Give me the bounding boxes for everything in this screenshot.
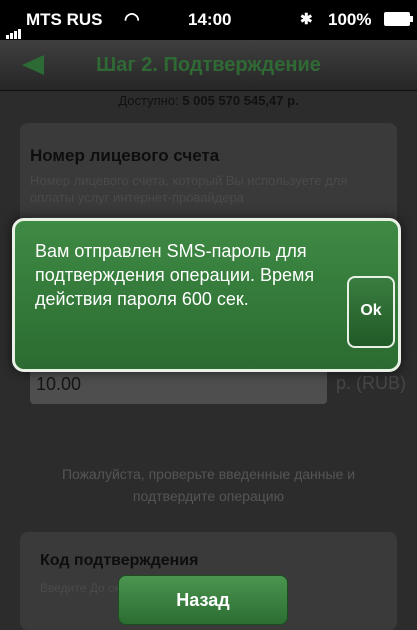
clock: 14:00: [188, 10, 232, 29]
currency-label: р. (RUB): [336, 373, 407, 393]
nav-bar: Шаг 2. Подтверждение: [0, 40, 417, 91]
account-title: Номер лицевого счета: [30, 146, 220, 165]
confirm-instruction: Пожалуйста, проверьте введенные данные и…: [61, 466, 356, 504]
dialog-message: Вам отправлен SMS-пароль для подтвержден…: [35, 241, 315, 309]
signal-icon: [6, 19, 22, 39]
available-amount: 5 005 570 545,47 р.: [182, 93, 299, 108]
bluetooth-icon: ✱: [300, 11, 313, 28]
available-balance: Доступно: 5 005 570 545,47 р.: [0, 93, 417, 108]
sms-dialog: Вам отправлен SMS-пароль для подтвержден…: [12, 218, 401, 372]
carrier-name: MTS RUS: [26, 10, 103, 29]
status-bar: MTS RUS ◠ 14:00 ✱ 100%: [0, 0, 417, 40]
page-title: Шаг 2. Подтверждение: [96, 54, 321, 76]
ok-button[interactable]: Ok: [347, 276, 395, 348]
code-title: Код подтверждения: [40, 552, 199, 569]
account-hint: Номер лицевого счета, который Вы использ…: [30, 173, 348, 205]
battery-icon: [384, 12, 413, 26]
back-button[interactable]: Назад: [118, 575, 288, 625]
available-label: Доступно:: [118, 93, 179, 108]
battery-percent: 100%: [328, 10, 372, 29]
wifi-icon: ◠: [124, 9, 140, 29]
